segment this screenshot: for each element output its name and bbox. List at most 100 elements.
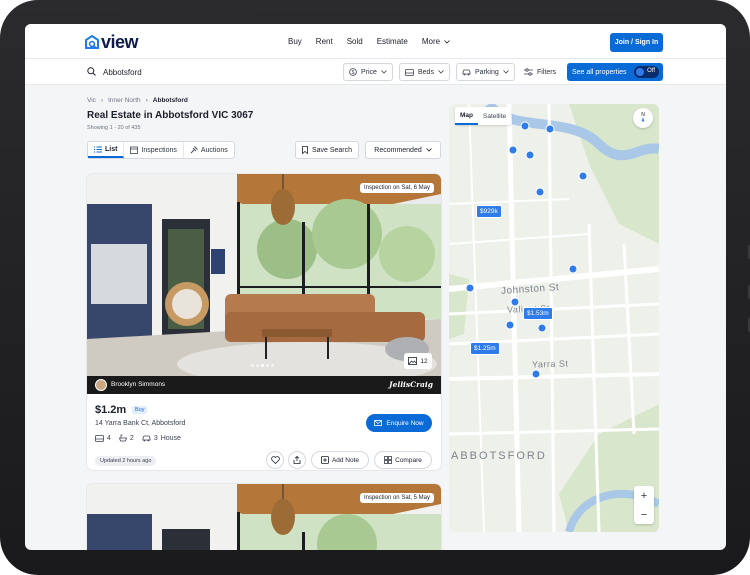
off-toggle[interactable]: Off [634, 66, 659, 78]
tab-map[interactable]: Map [455, 107, 478, 125]
bookmark-icon [302, 146, 308, 154]
zoom-out-button[interactable]: − [634, 505, 654, 524]
share-button[interactable] [288, 451, 306, 469]
living-room-photo [87, 174, 441, 394]
agency-logo[interactable]: JellisCraig [389, 380, 433, 389]
mail-icon [374, 420, 383, 426]
join-sign-in-button[interactable]: Join / Sign In [610, 33, 663, 52]
breadcrumb-vic[interactable]: Vic [87, 97, 96, 104]
tab-satellite[interactable]: Satellite [478, 107, 511, 125]
search-bar: Abbotsford $ Price Beds Parking Filters [25, 59, 726, 85]
nav-rent[interactable]: Rent [316, 37, 333, 46]
property-type: House [160, 434, 181, 442]
map-type-tabs: Map Satellite [455, 107, 512, 125]
tab-auctions-label: Auctions [200, 146, 228, 154]
save-search-button[interactable]: Save Search [295, 141, 359, 159]
beds-filter[interactable]: Beds [399, 63, 450, 81]
carousel-dot[interactable] [266, 364, 269, 367]
filters-button[interactable]: Filters [519, 63, 562, 81]
baths-feature: 2 [118, 434, 134, 442]
add-note-label: Add Note [331, 456, 360, 464]
map-price-pin[interactable]: $1.25m [470, 342, 500, 355]
chevron-down-icon [502, 70, 509, 74]
carousel-dot[interactable] [256, 364, 259, 367]
tab-inspections[interactable]: Inspections [124, 142, 184, 158]
property-features: 4 2 3 House [95, 434, 181, 442]
add-note-button[interactable]: Add Note [311, 451, 369, 469]
search-icon [87, 67, 96, 76]
suburb-label: ABBOTSFORD [451, 450, 547, 462]
nav-estimate[interactable]: Estimate [377, 37, 408, 46]
enquire-now-button[interactable]: Enquire Now [366, 414, 432, 432]
nav-more[interactable]: More [422, 37, 451, 46]
toggle-knob [636, 68, 644, 76]
bed-icon [405, 68, 414, 76]
svg-text:$: $ [352, 70, 355, 76]
save-search-label: Save Search [311, 146, 353, 154]
listing-card[interactable]: Inspection on Sat, 5 May [87, 484, 441, 550]
listing-address[interactable]: 14 Yarra Bank Ct, Abbotsford [95, 420, 185, 427]
tab-inspections-label: Inspections [141, 146, 177, 154]
dollar-icon: $ [349, 68, 357, 76]
share-icon [293, 456, 301, 464]
compare-label: Compare [395, 456, 422, 464]
compass-icon: N [641, 112, 645, 122]
logo-text: view [101, 32, 139, 52]
nav-buy[interactable]: Buy [288, 37, 302, 46]
compare-icon [384, 456, 392, 464]
page-title: Real Estate in Abbotsford VIC 3067 [87, 110, 254, 121]
price-filter[interactable]: $ Price [343, 63, 393, 81]
carousel-dot[interactable] [271, 364, 274, 367]
sort-label: Recommended [374, 146, 422, 154]
sliders-icon [524, 68, 533, 76]
carousel-dots [251, 364, 274, 367]
compass-north: N [641, 112, 645, 118]
cars-count: 3 [153, 434, 158, 442]
inspection-badge: Inspection on Sat, 6 May [359, 183, 434, 193]
enquire-label: Enquire Now [386, 419, 424, 427]
agent-name[interactable]: Brooklyn Simmons [111, 381, 165, 388]
map-price-pin[interactable]: $929k [476, 205, 502, 218]
zoom-controls: + − [634, 486, 654, 524]
parking-filter[interactable]: Parking [456, 63, 515, 81]
search-input[interactable]: Abbotsford [103, 68, 142, 77]
map[interactable]: Johnston St Valiant St Yarra St ABBOTSFO… [449, 104, 659, 532]
carousel-dot[interactable] [251, 364, 254, 367]
tab-auctions[interactable]: Auctions [184, 142, 234, 158]
calendar-icon [130, 146, 139, 154]
photo-count: 12 [420, 357, 428, 365]
sort-dropdown[interactable]: Recommended [365, 141, 441, 159]
listing-price: $1.2m [95, 404, 127, 416]
see-all-properties-toggle[interactable]: See all properties Off [567, 63, 663, 81]
logo[interactable]: view [85, 32, 139, 52]
tab-list[interactable]: List [88, 142, 125, 158]
main-nav: Buy Rent Sold Estimate More [288, 37, 451, 46]
price-filter-label: Price [361, 68, 377, 76]
listing-photo[interactable]: Inspection on Sat, 6 May 12 Brooklyn Sim… [87, 174, 441, 394]
cars-feature: 3 House [142, 434, 181, 442]
beds-filter-label: Beds [418, 68, 434, 76]
zoom-in-button[interactable]: + [634, 486, 654, 505]
listing-card[interactable]: Inspection on Sat, 6 May 12 Brooklyn Sim… [87, 174, 441, 470]
view-tabs: List Inspections Auctions [87, 141, 235, 159]
beds-count: 4 [107, 434, 111, 442]
street-label: Yarra St [531, 358, 569, 370]
status-badge: Buy [132, 406, 148, 414]
results-count: Showing 1 - 20 of 435 [87, 125, 141, 131]
chevron-down-icon [425, 148, 432, 152]
photo-count-button[interactable]: 12 [404, 353, 432, 369]
map-price-pin[interactable]: $1.53m [523, 307, 553, 320]
chevron-right-icon: › [100, 97, 104, 104]
screen: view Buy Rent Sold Estimate More Join / … [25, 24, 726, 550]
favourite-button[interactable] [266, 451, 284, 469]
compare-button[interactable]: Compare [374, 451, 432, 469]
bath-icon [118, 434, 127, 442]
bed-icon [95, 434, 104, 442]
carousel-dot[interactable] [261, 364, 264, 367]
filters-label: Filters [537, 68, 557, 76]
compass-button[interactable]: N [633, 108, 653, 128]
see-all-label: See all properties [572, 68, 627, 76]
breadcrumb-inner-north[interactable]: Inner North [108, 97, 141, 104]
baths-count: 2 [129, 434, 134, 442]
nav-sold[interactable]: Sold [347, 37, 363, 46]
